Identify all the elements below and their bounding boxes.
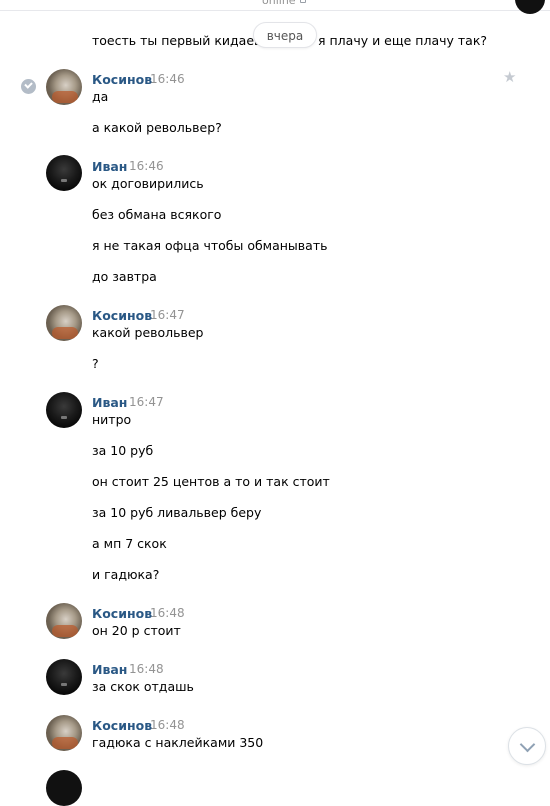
chat-header: online [0, 0, 550, 14]
message-text: до завтра [92, 269, 157, 284]
message-text: гадюка с наклейками 350 [92, 735, 264, 750]
message-text: за 10 руб [92, 443, 154, 458]
avatar[interactable] [46, 155, 82, 191]
message-author[interactable]: Косинов [92, 308, 152, 323]
message-author[interactable]: Косинов [92, 606, 152, 621]
avatar[interactable] [46, 603, 82, 639]
message-time[interactable]: 16:47 [129, 395, 164, 409]
message-time[interactable]: 16:48 [150, 718, 185, 732]
avatar[interactable] [46, 305, 82, 341]
message-text: ? [92, 356, 99, 371]
scroll-down-button[interactable] [508, 727, 546, 765]
phone-icon [300, 0, 306, 3]
avatar[interactable] [46, 770, 82, 806]
message-author[interactable]: Иван [92, 395, 127, 410]
message-text-partial: тоесть ты первый кидаешь [92, 33, 273, 48]
message-text: без обмана всякого [92, 207, 222, 222]
message-author[interactable]: Иван [92, 662, 127, 677]
message-time[interactable]: 16:46 [129, 159, 164, 173]
message-text: он 20 р стоит [92, 623, 181, 638]
message-time[interactable]: 16:48 [129, 662, 164, 676]
message-text: а мп 7 скок [92, 536, 167, 551]
message-text: и гадюка? [92, 567, 160, 582]
message-time[interactable]: 16:47 [150, 308, 185, 322]
message-text: он стоит 25 центов а то и так стоит [92, 474, 330, 489]
message-text: я не такая офца чтобы обманывать [92, 238, 328, 253]
date-divider: вчера [253, 22, 317, 48]
avatar[interactable] [46, 659, 82, 695]
message-author[interactable]: Косинов [92, 72, 152, 87]
message-text: за скок отдашь [92, 679, 194, 694]
avatar[interactable] [46, 69, 82, 105]
message-text: да [92, 89, 109, 104]
message-time[interactable]: 16:46 [150, 72, 185, 86]
avatar[interactable] [46, 392, 82, 428]
message-text: ок договирились [92, 176, 204, 191]
message-text: за 10 руб ливальвер беру [92, 505, 262, 520]
avatar[interactable] [46, 715, 82, 751]
message-text: какой револьвер [92, 325, 204, 340]
message-text: нитро [92, 412, 132, 427]
online-status: online [262, 0, 296, 7]
message-time[interactable]: 16:48 [150, 606, 185, 620]
star-icon[interactable]: ★ [503, 70, 516, 85]
header-avatar[interactable] [515, 0, 545, 14]
message-text: а какой револьвер? [92, 120, 222, 135]
chat-page: online вчера тоесть ты первый кидаешь я … [0, 0, 550, 806]
message-text-partial: я плачу и еще плачу так? [318, 33, 488, 48]
message-author[interactable]: Иван [92, 159, 127, 174]
message-author[interactable]: Косинов [92, 718, 152, 733]
check-circle-icon[interactable] [21, 79, 36, 94]
